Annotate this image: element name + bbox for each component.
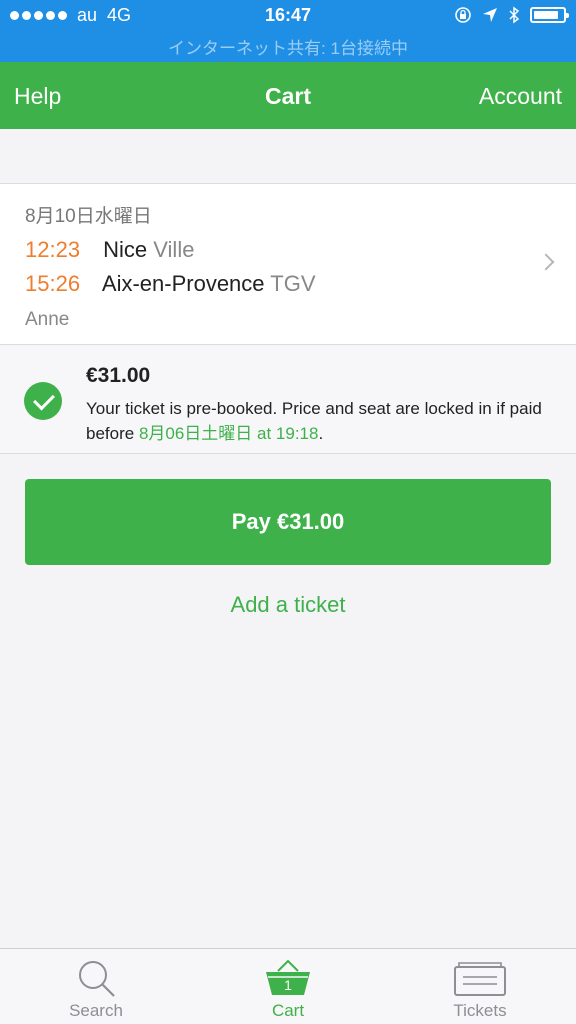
- payment-deadline: 8月06日土曜日 at 19:18: [138, 424, 319, 443]
- tab-search[interactable]: Search: [0, 949, 192, 1024]
- status-bar: au 4G 16:47 インターネット共有: 1台接続中: [0, 0, 576, 62]
- tab-cart[interactable]: 1 Cart: [192, 949, 384, 1024]
- passenger-name: Anne: [25, 309, 70, 330]
- arrival-station: Aix-en-Provence: [101, 271, 265, 296]
- account-button[interactable]: Account: [479, 83, 562, 110]
- hotspot-banner[interactable]: インターネット共有: 1台接続中: [0, 34, 576, 59]
- trip-date: 8月10日水曜日: [25, 206, 152, 227]
- checkmark-icon: [24, 382, 62, 420]
- tab-label-tickets: Tickets: [453, 1001, 507, 1020]
- notice-end: .: [318, 424, 324, 443]
- arrival-station-suffix: TGV: [270, 271, 316, 296]
- tab-label-cart: Cart: [271, 1001, 305, 1020]
- arrival-time: 15:26: [25, 271, 81, 296]
- departure-time: 12:23: [25, 237, 81, 262]
- arrival-row: 15:26 Aix-en-Provence TGV: [25, 271, 316, 297]
- battery-level: [534, 11, 558, 19]
- tickets-icon: [454, 962, 506, 996]
- add-ticket-link[interactable]: Add a ticket: [0, 592, 576, 618]
- tab-bar: Search 1 Cart Tickets: [0, 948, 576, 1024]
- prebooking-text: Your ticket is pre-booked. Price and sea…: [86, 396, 556, 446]
- cart-icon: 1: [264, 957, 312, 997]
- departure-station: Nice: [103, 237, 148, 262]
- search-icon: [79, 961, 115, 997]
- prebooking-notice: €31.00 Your ticket is pre-booked. Price …: [0, 346, 576, 454]
- tab-tickets[interactable]: Tickets: [384, 949, 576, 1024]
- cart-badge: 1: [284, 977, 292, 993]
- ticket-price: €31.00: [86, 364, 151, 387]
- tab-label-search: Search: [69, 1001, 123, 1020]
- trip-card[interactable]: 8月10日水曜日 12:23 Nice Ville 15:26 Aix-en-P…: [0, 183, 576, 345]
- navigation-bar: Help Cart Account: [0, 62, 576, 129]
- battery-icon: [530, 7, 569, 23]
- location-icon: [483, 8, 497, 22]
- rotation-lock-icon: [455, 7, 471, 23]
- pay-button[interactable]: Pay €31.00: [25, 479, 551, 565]
- departure-station-suffix: Ville: [153, 237, 195, 262]
- chevron-right-icon: [537, 253, 555, 271]
- bluetooth-icon: [509, 6, 520, 24]
- departure-row: 12:23 Nice Ville: [25, 237, 194, 263]
